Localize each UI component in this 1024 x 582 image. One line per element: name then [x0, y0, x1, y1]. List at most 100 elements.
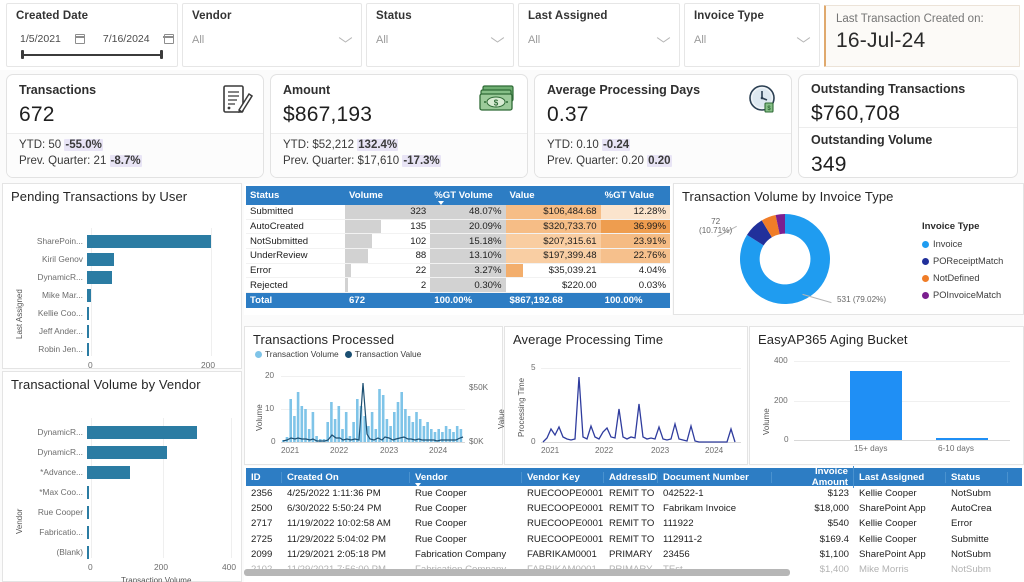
slider-handle-left[interactable] — [21, 50, 25, 59]
invoice-type-dropdown[interactable]: All — [694, 34, 810, 46]
legend-item[interactable]: Invoice — [922, 239, 1003, 249]
chart-pending-by-user[interactable]: Last Assigned SharePoin... Kiril Genov D… — [3, 204, 241, 388]
table-row[interactable]: 2500 6/30/2022 5:50:24 PM Rue Cooper RUE… — [246, 501, 1022, 516]
bar[interactable] — [87, 342, 89, 356]
kpi-card-outstanding[interactable]: Outstanding Transactions $760,708 Outsta… — [798, 74, 1018, 178]
chart-donut-invoice-type[interactable] — [717, 206, 840, 312]
bar-row[interactable]: *Advance... — [33, 465, 130, 479]
chart-volume-by-vendor[interactable]: Vendor DynamicR... DynamicR... *Advance.… — [3, 392, 241, 582]
kpi-card-avg-processing-days[interactable]: Average Processing Days 0.37 $ YTD: 0.10… — [534, 74, 792, 178]
bar-row[interactable]: DynamicR... — [33, 270, 112, 284]
detail-table[interactable]: ID Created On Vendor Vendor Key AddressI… — [246, 466, 1022, 577]
bar[interactable] — [87, 270, 112, 284]
column-header-gt-value[interactable]: %GT Value — [601, 190, 670, 201]
vendor-dropdown[interactable]: All — [192, 34, 352, 46]
bar[interactable] — [87, 525, 89, 539]
bar-row[interactable]: Fabricatio... — [33, 525, 89, 539]
column-header-invoice-amount[interactable]: Invoice Amount — [772, 466, 854, 488]
chevron-down-icon[interactable] — [491, 36, 504, 44]
panel-aging-bucket[interactable]: EasyAP365 Aging Bucket Volume 400 200 0 … — [749, 326, 1024, 465]
chevron-down-icon[interactable] — [797, 36, 810, 44]
filter-status[interactable]: Status All — [366, 3, 514, 67]
kpi-card-transactions[interactable]: Transactions 672 YTD: 50 -55.0% Prev. Qu… — [6, 74, 264, 178]
table-row[interactable]: UnderReview 88 13.10% $197,399.48 22.76% — [246, 249, 670, 264]
calendar-icon[interactable] — [74, 34, 86, 44]
panel-detail-table[interactable]: ID Created On Vendor Vendor Key AddressI… — [244, 466, 1024, 582]
column-header-status[interactable]: Status — [246, 190, 345, 201]
bar[interactable] — [87, 505, 89, 519]
chevron-down-icon[interactable] — [657, 36, 670, 44]
column-header-vendor-key[interactable]: Vendor Key — [522, 471, 604, 483]
filter-created-date[interactable]: Created Date 1/5/2021 7/16/2024 — [6, 3, 178, 67]
legend-item[interactable]: NotDefined — [922, 273, 1003, 283]
bar-row[interactable]: DynamicR... — [33, 445, 167, 459]
panel-volume-by-vendor[interactable]: Transactional Volume by Vendor Vendor Dy… — [2, 371, 242, 582]
bar[interactable] — [87, 445, 167, 459]
chart-aging-bucket[interactable]: Volume 400 200 0 15+ days 6-10 days — [750, 327, 1024, 466]
horizontal-scrollbar[interactable] — [244, 569, 790, 576]
filter-invoice-type[interactable]: Invoice Type All — [684, 3, 820, 67]
panel-volume-by-invoice-type[interactable]: Transaction Volume by Invoice Type 72 (10… — [673, 183, 1024, 315]
column-header-document-number[interactable]: Document Number — [658, 471, 772, 483]
bar-row[interactable]: Robin Jen... — [33, 342, 89, 356]
column-header-status[interactable]: Status — [946, 471, 1008, 483]
column-header-created-on[interactable]: Created On — [282, 471, 410, 483]
bar-row[interactable]: DynamicR... — [33, 425, 197, 439]
status-matrix-table[interactable]: Status Volume %GT Volume Value %GT Value… — [246, 186, 670, 309]
bar[interactable] — [87, 485, 89, 499]
bar[interactable] — [87, 306, 89, 320]
chevron-down-icon[interactable] — [339, 36, 352, 44]
table-row[interactable]: 2099 11/29/2021 2:05:18 PM Fabrication C… — [246, 547, 1022, 562]
table-row[interactable]: 2356 4/25/2022 1:11:36 PM Rue Cooper RUE… — [246, 486, 1022, 501]
table-row[interactable]: NotSubmitted 102 15.18% $207,315.61 23.9… — [246, 234, 670, 250]
bar[interactable] — [87, 324, 89, 338]
bar-row[interactable]: Rue Cooper — [33, 505, 89, 519]
table-row[interactable]: 2717 11/19/2022 10:02:58 AM Rue Cooper R… — [246, 516, 1022, 531]
bar-row[interactable]: Kellie Coo... — [33, 306, 89, 320]
chart-transactions-processed[interactable]: Volume Value 20 10 0 $50K $0K 2021 2022 … — [245, 327, 506, 466]
chart-avg-processing-time[interactable]: Processing Time 5 0 2021 2022 2023 2024 — [505, 327, 749, 466]
table-row[interactable]: AutoCreated 135 20.09% $320,733.70 36.99… — [246, 219, 670, 235]
bar-row[interactable]: Kiril Genov — [33, 252, 114, 266]
column-header-value[interactable]: Value — [506, 190, 601, 201]
bar[interactable] — [87, 545, 89, 559]
calendar-icon[interactable] — [163, 34, 174, 44]
bar-row[interactable]: SharePoin... — [33, 234, 211, 248]
kpi-card-amount[interactable]: Amount $867,193 $ YTD: $52,212 132.4% Pr… — [270, 74, 528, 178]
bar[interactable] — [87, 252, 114, 266]
bar[interactable] — [87, 234, 211, 248]
bar[interactable] — [87, 425, 197, 439]
status-dropdown[interactable]: All — [376, 34, 504, 46]
bar-row[interactable]: (Blank) — [33, 545, 89, 559]
created-date-start[interactable]: 1/5/2021 — [16, 32, 89, 46]
bar-6-10-days[interactable] — [936, 438, 988, 440]
bar-row[interactable]: *Max Coo... — [33, 485, 89, 499]
filter-vendor[interactable]: Vendor All — [182, 3, 362, 67]
slider-handle-right[interactable] — [159, 50, 163, 59]
column-header-vendor[interactable]: Vendor — [410, 471, 522, 487]
column-header-volume[interactable]: Volume — [345, 190, 430, 201]
bar-15plus-days[interactable] — [850, 371, 902, 440]
bar-row[interactable]: Mike Mar... — [33, 288, 91, 302]
table-row[interactable]: Submitted 323 48.07% $106,484.68 12.28% — [246, 205, 670, 220]
table-row[interactable]: Rejected 2 0.30% $220.00 0.03% — [246, 278, 670, 294]
filter-last-assigned[interactable]: Last Assigned All — [518, 3, 680, 67]
panel-avg-processing-time[interactable]: Average Processing Time Processing Time … — [504, 326, 748, 465]
panel-status-matrix[interactable]: Status Volume %GT Volume Value %GT Value… — [244, 184, 672, 315]
created-date-end[interactable]: 7/16/2024 — [99, 32, 178, 46]
legend-item[interactable]: POReceiptMatch — [922, 256, 1003, 266]
column-header-id[interactable]: ID — [246, 471, 282, 483]
legend-item[interactable]: POInvoiceMatch — [922, 290, 1003, 300]
bar[interactable] — [87, 288, 91, 302]
column-header-last-assigned[interactable]: Last Assigned — [854, 471, 946, 483]
table-row[interactable]: Error 22 3.27% $35,039.21 4.04% — [246, 263, 670, 279]
bar-row[interactable]: Jeff Ander... — [33, 324, 89, 338]
panel-transactions-processed[interactable]: Transactions Processed Transaction Volum… — [244, 326, 506, 466]
panel-pending-transactions-by-user[interactable]: Pending Transactions by User Last Assign… — [2, 183, 242, 383]
column-header-gt-volume[interactable]: %GT Volume — [430, 190, 505, 205]
table-row[interactable]: 2725 11/29/2022 5:04:02 PM Rue Cooper RU… — [246, 532, 1022, 547]
column-header-address-id[interactable]: AddressID — [604, 471, 658, 483]
last-assigned-dropdown[interactable]: All — [528, 34, 670, 46]
bar[interactable] — [87, 465, 130, 479]
date-range-slider[interactable] — [21, 50, 163, 59]
